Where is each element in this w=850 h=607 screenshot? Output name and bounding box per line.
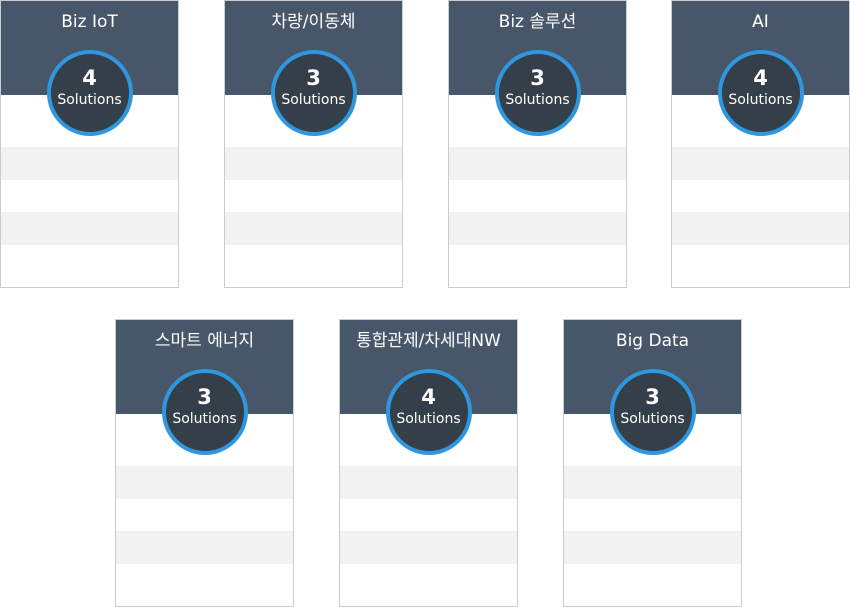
card-title: 스마트 에너지: [154, 331, 255, 351]
category-card-smart-energy[interactable]: 스마트 에너지 3 Solutions: [115, 319, 294, 607]
card-title: Big Data: [615, 331, 690, 351]
category-card-big-data[interactable]: Big Data 3 Solutions: [563, 319, 742, 607]
solution-count: 3: [197, 385, 212, 409]
list-row-stripe: [225, 212, 402, 245]
category-card-integrated-control-nw[interactable]: 통합관제/차세대NW 4 Solutions: [339, 319, 518, 607]
solution-count: 4: [82, 66, 97, 90]
list-row-stripe: [1, 212, 178, 245]
list-row-stripe: [116, 531, 293, 564]
solution-unit-label: Solutions: [172, 411, 237, 427]
solution-count: 4: [421, 385, 436, 409]
solution-unit-label: Solutions: [505, 92, 570, 108]
list-row-stripe: [116, 466, 293, 499]
list-row-stripe: [449, 147, 626, 180]
solution-unit-label: Solutions: [728, 92, 793, 108]
category-card-ai[interactable]: AI 4 Solutions: [671, 0, 850, 288]
list-row-stripe: [564, 466, 741, 499]
solution-count-badge: 3 Solutions: [270, 50, 357, 136]
solution-count-badge: 3 Solutions: [609, 369, 696, 455]
list-row-stripe: [1, 147, 178, 180]
solution-count-badge: 3 Solutions: [161, 369, 248, 455]
category-card-biz-solution[interactable]: Biz 솔루션 3 Solutions: [448, 0, 627, 288]
solution-count-badge: 4 Solutions: [46, 50, 133, 136]
list-row-stripe: [672, 147, 849, 180]
solution-count-badge: 4 Solutions: [385, 369, 472, 455]
list-row-stripe: [340, 466, 517, 499]
solution-unit-label: Solutions: [620, 411, 685, 427]
card-title: 통합관제/차세대NW: [356, 331, 501, 351]
solution-count-badge: 4 Solutions: [717, 50, 804, 136]
list-row-stripe: [672, 212, 849, 245]
card-title: AI: [752, 12, 769, 32]
card-title: Biz IoT: [61, 12, 118, 32]
card-title: Biz 솔루션: [498, 12, 577, 32]
solution-count: 3: [306, 66, 321, 90]
list-row-stripe: [564, 531, 741, 564]
solution-unit-label: Solutions: [396, 411, 461, 427]
list-row-stripe: [225, 147, 402, 180]
list-row-stripe: [340, 531, 517, 564]
card-title: 차량/이동체: [271, 12, 356, 32]
category-card-vehicle-mobility[interactable]: 차량/이동체 3 Solutions: [224, 0, 403, 288]
category-card-biz-iot[interactable]: Biz IoT 4 Solutions: [0, 0, 179, 288]
solution-unit-label: Solutions: [57, 92, 122, 108]
solution-count: 4: [753, 66, 768, 90]
list-row-stripe: [449, 212, 626, 245]
solution-count: 3: [645, 385, 660, 409]
solution-count: 3: [530, 66, 545, 90]
solution-unit-label: Solutions: [281, 92, 346, 108]
solution-count-badge: 3 Solutions: [494, 50, 581, 136]
